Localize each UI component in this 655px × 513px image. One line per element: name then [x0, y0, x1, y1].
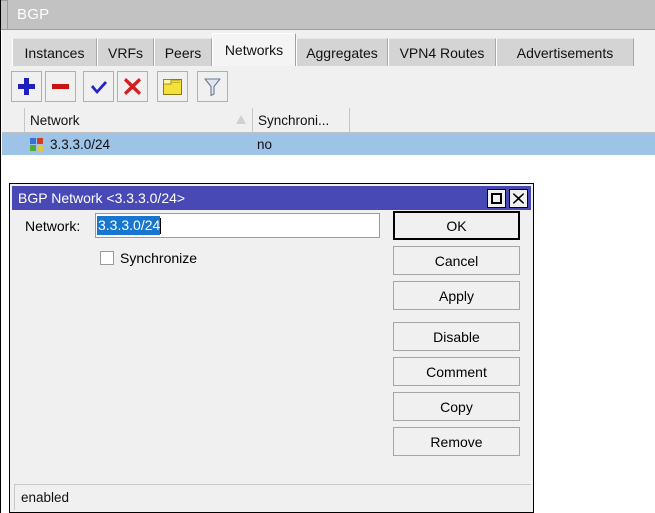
dialog-status-text: enabled	[21, 490, 69, 505]
tab-vpn4-routes[interactable]: VPN4 Routes	[388, 38, 496, 66]
disable-dialog-button[interactable]: Disable	[393, 322, 520, 351]
dialog-window-controls	[487, 189, 528, 208]
tab-instances-label: Instances	[25, 45, 85, 61]
network-field-label: Network:	[25, 218, 80, 234]
ok-button[interactable]: OK	[393, 211, 520, 240]
tab-peers[interactable]: Peers	[154, 38, 212, 66]
check-icon	[90, 80, 107, 94]
tab-networks[interactable]: Networks	[212, 33, 296, 66]
disable-button[interactable]	[117, 71, 148, 102]
dialog-title: BGP Network <3.3.3.0/24>	[18, 190, 185, 206]
bgp-network-dialog: BGP Network <3.3.3.0/24> Net	[9, 183, 534, 513]
apply-button-label: Apply	[439, 288, 474, 304]
minus-icon	[52, 84, 69, 89]
row-network-entry-icon-cell	[30, 133, 43, 155]
synchronize-checkbox-row[interactable]: Synchronize	[100, 250, 197, 266]
sort-ascending-icon	[236, 115, 246, 124]
close-button[interactable]	[509, 189, 528, 208]
filter-button[interactable]	[197, 71, 228, 102]
restore-icon	[491, 193, 502, 204]
funnel-icon	[204, 78, 221, 96]
window-left-edge	[1, 0, 8, 30]
text-caret	[160, 218, 161, 234]
window-title-bar: BGP	[8, 0, 655, 30]
table-header-network[interactable]: Network	[25, 108, 253, 132]
enable-button[interactable]	[83, 71, 114, 102]
remove-button[interactable]	[45, 71, 76, 102]
remove-button-label: Remove	[430, 434, 482, 450]
tab-peers-label: Peers	[165, 45, 202, 61]
x-icon	[124, 78, 141, 95]
tab-vpn4-routes-label: VPN4 Routes	[400, 45, 485, 61]
tab-advertisements-label: Advertisements	[517, 45, 613, 61]
dialog-title-bar: BGP Network <3.3.3.0/24>	[12, 186, 531, 210]
tab-vrfs-label: VRFs	[108, 45, 143, 61]
comment-button-label: Comment	[426, 364, 487, 380]
bgp-window: BGP Instances VRFs Peers Networks Aggreg…	[0, 0, 655, 513]
copy-button-label: Copy	[440, 399, 473, 415]
tab-bar: Instances VRFs Peers Networks Aggregates…	[2, 30, 655, 66]
table-header-synchronize[interactable]: Synchroni...	[253, 108, 350, 132]
table-header-network-label: Network	[25, 113, 80, 128]
table-header-filler	[350, 108, 655, 132]
row-network-value: 3.3.3.0/24	[50, 133, 110, 155]
tab-networks-label: Networks	[225, 42, 283, 58]
table-header-row: Network Synchroni...	[2, 108, 655, 133]
tab-advertisements[interactable]: Advertisements	[496, 38, 634, 66]
cancel-button[interactable]: Cancel	[393, 246, 520, 275]
comment-dialog-button[interactable]: Comment	[393, 357, 520, 386]
plus-icon	[18, 78, 35, 95]
table-header-gutter	[2, 108, 25, 132]
toolbar	[2, 66, 655, 109]
remove-dialog-button[interactable]: Remove	[393, 427, 520, 456]
ok-button-label: OK	[446, 218, 466, 234]
tab-instances[interactable]: Instances	[12, 38, 97, 66]
table-row[interactable]: 3.3.3.0/24 no	[2, 133, 655, 155]
window-title: BGP	[17, 6, 49, 23]
dialog-body: Network: 3.3.3.0/24 Synchronize OK Cance…	[12, 210, 531, 485]
network-entry-icon	[30, 138, 43, 151]
disable-button-label: Disable	[433, 329, 480, 345]
tab-aggregates[interactable]: Aggregates	[296, 38, 388, 66]
synchronize-checkbox[interactable]	[100, 251, 114, 265]
copy-button[interactable]: Copy	[393, 392, 520, 421]
tab-aggregates-label: Aggregates	[306, 45, 378, 61]
tab-vrfs[interactable]: VRFs	[97, 38, 154, 66]
close-icon	[513, 193, 524, 204]
add-button[interactable]	[11, 71, 42, 102]
table-header-synchronize-label: Synchroni...	[253, 113, 329, 128]
row-synchronize-value: no	[257, 133, 272, 155]
dialog-status-bar: enabled	[14, 484, 531, 510]
note-icon	[163, 79, 182, 95]
comment-button[interactable]	[157, 71, 188, 102]
network-input-value: 3.3.3.0/24	[97, 216, 160, 235]
apply-button[interactable]: Apply	[393, 281, 520, 310]
restore-button[interactable]	[487, 189, 506, 208]
network-input[interactable]: 3.3.3.0/24	[95, 213, 380, 238]
synchronize-label: Synchronize	[120, 250, 197, 266]
cancel-button-label: Cancel	[435, 253, 479, 269]
